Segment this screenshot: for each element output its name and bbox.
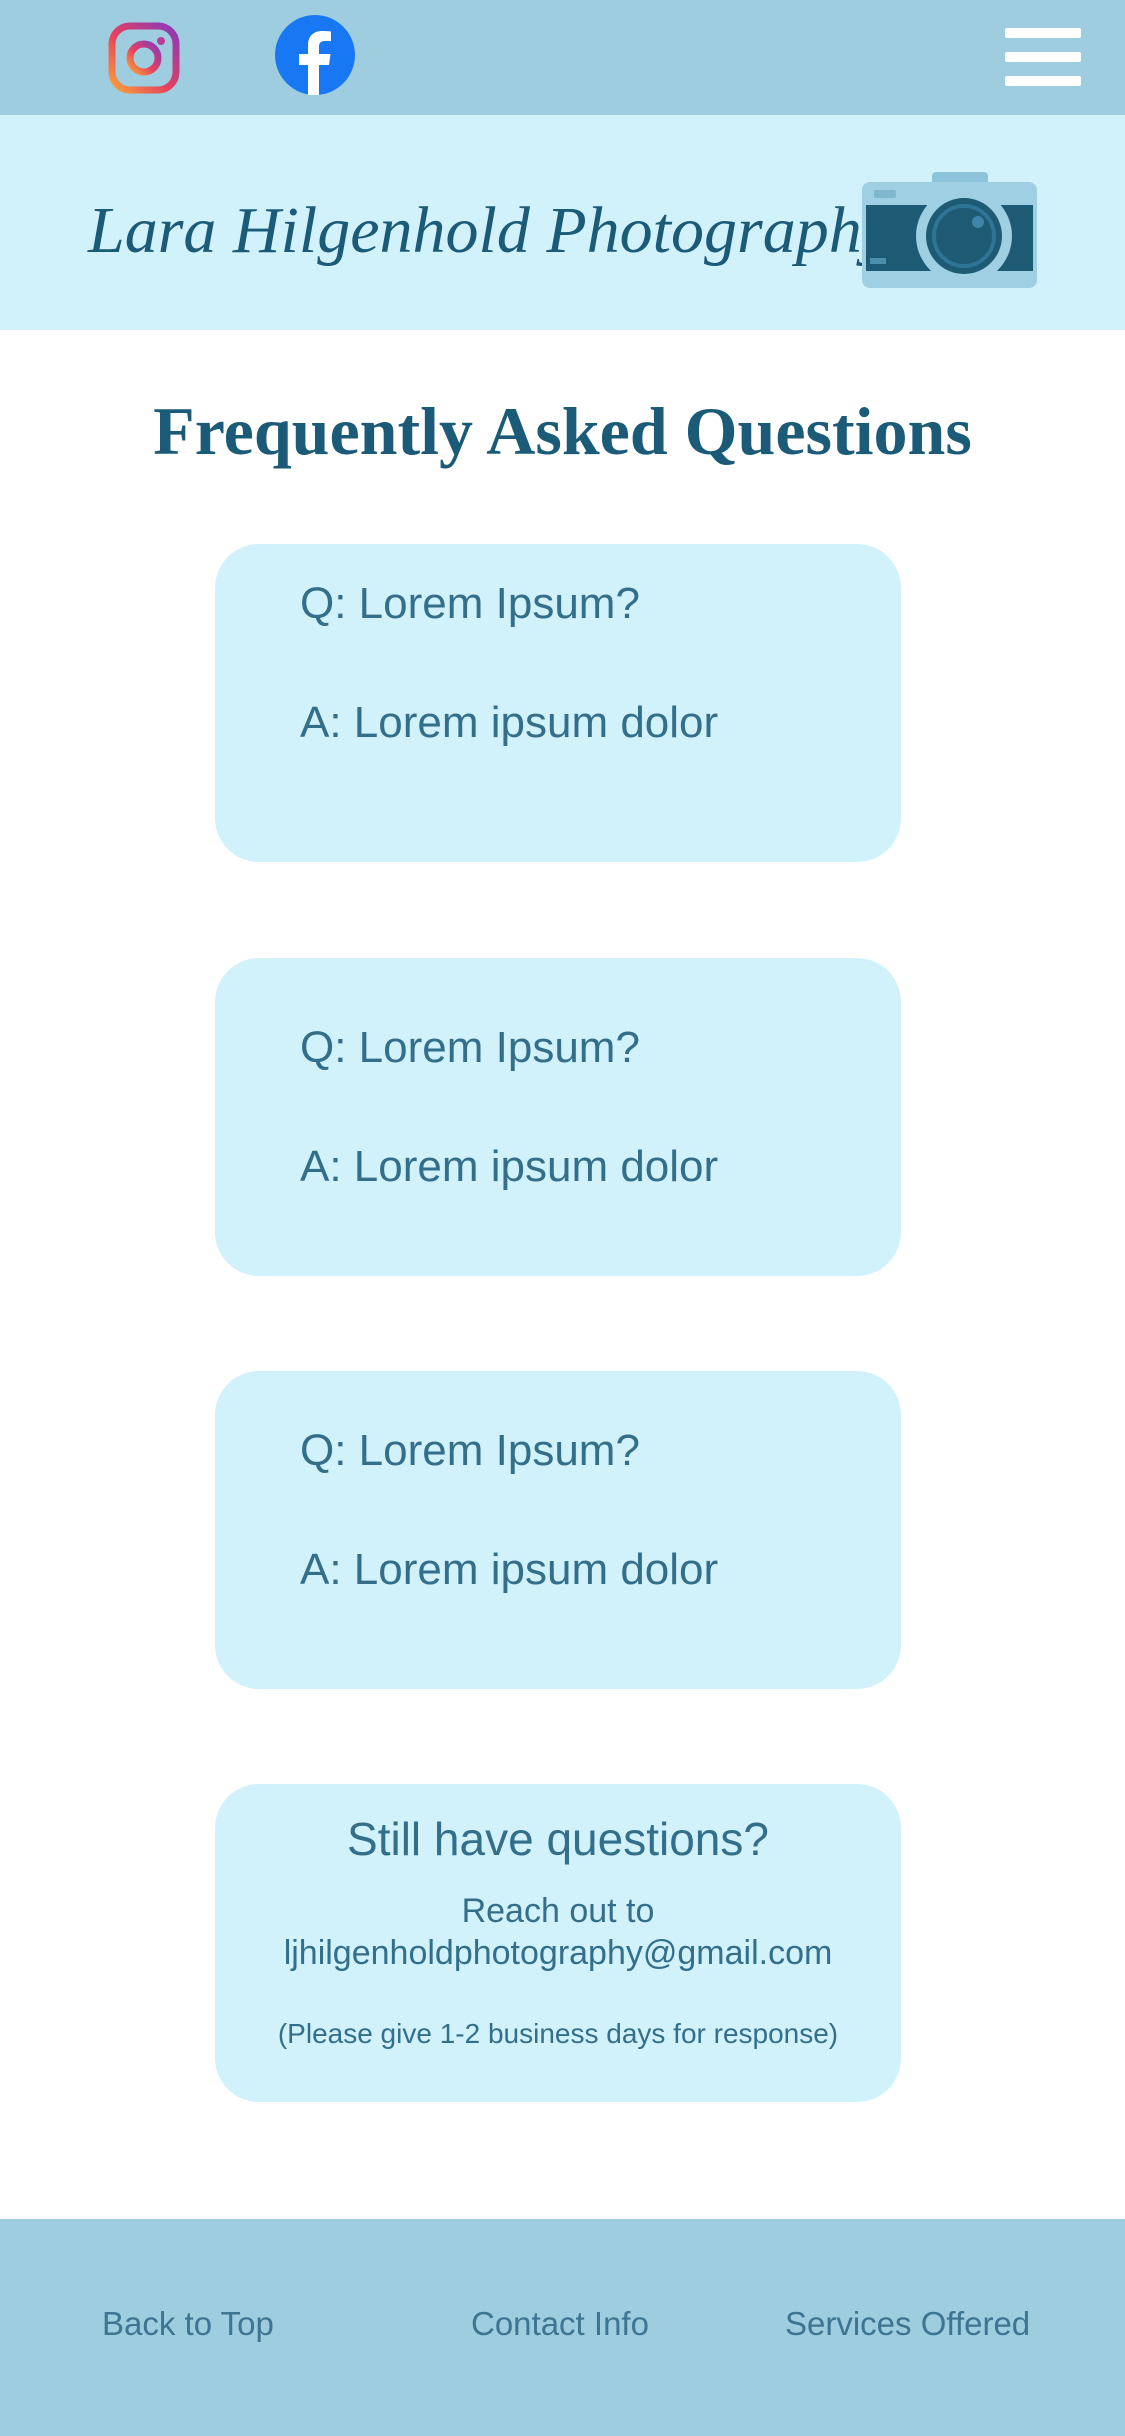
answer-prefix: A:: [300, 1142, 342, 1191]
contact-email-link[interactable]: ljhilgenholdphotography@gmail.com: [215, 1934, 901, 1973]
question-text: Lorem Ipsum?: [346, 1426, 640, 1475]
camera-icon: [862, 172, 1037, 288]
back-to-top-link[interactable]: Back to Top: [102, 2305, 274, 2343]
menu-bar: [1005, 52, 1081, 62]
faq-question: Q: Lorem Ipsum?: [300, 1426, 640, 1476]
response-time-note: (Please give 1-2 business days for respo…: [277, 2018, 839, 2049]
question-prefix: Q:: [300, 579, 347, 628]
faq-card: Q: Lorem Ipsum? A: Lorem ipsum dolor: [215, 1371, 901, 1689]
question-prefix: Q:: [300, 1426, 347, 1475]
contact-info-link[interactable]: Contact Info: [471, 2305, 649, 2343]
brand-banner: Lara Hilgenhold Photography: [0, 115, 1125, 330]
faq-question: Q: Lorem Ipsum?: [300, 579, 640, 629]
page-title: Frequently Asked Questions: [153, 393, 972, 469]
hamburger-menu-icon[interactable]: [1005, 28, 1081, 86]
answer-text: Lorem ipsum dolor: [341, 698, 719, 747]
faq-card: Q: Lorem Ipsum? A: Lorem ipsum dolor: [215, 544, 901, 862]
contact-heading: Still have questions?: [347, 1813, 769, 1865]
faq-answer: A: Lorem ipsum dolor: [300, 1545, 718, 1595]
faq-answer: A: Lorem ipsum dolor: [300, 1142, 718, 1192]
top-bar: [0, 0, 1125, 115]
instagram-icon[interactable]: [108, 22, 180, 94]
contact-intro: Reach out to: [461, 1892, 655, 1930]
question-prefix: Q:: [300, 1023, 347, 1072]
contact-card: Still have questions? Reach out to ljhil…: [215, 1784, 901, 2102]
answer-text: Lorem ipsum dolor: [341, 1545, 719, 1594]
menu-bar: [1005, 76, 1081, 86]
footer: Back to Top Contact Info Services Offere…: [0, 2219, 1125, 2436]
answer-prefix: A:: [300, 698, 342, 747]
question-text: Lorem Ipsum?: [346, 579, 640, 628]
faq-answer: A: Lorem ipsum dolor: [300, 698, 718, 748]
answer-prefix: A:: [300, 1545, 342, 1594]
question-text: Lorem Ipsum?: [346, 1023, 640, 1072]
facebook-icon[interactable]: [275, 15, 355, 95]
services-offered-link[interactable]: Services Offered: [785, 2305, 1030, 2343]
site-title[interactable]: Lara Hilgenhold Photography: [88, 193, 891, 269]
answer-text: Lorem ipsum dolor: [341, 1142, 719, 1191]
faq-question: Q: Lorem Ipsum?: [300, 1023, 640, 1073]
menu-bar: [1005, 28, 1081, 38]
faq-card: Q: Lorem Ipsum? A: Lorem ipsum dolor: [215, 958, 901, 1276]
